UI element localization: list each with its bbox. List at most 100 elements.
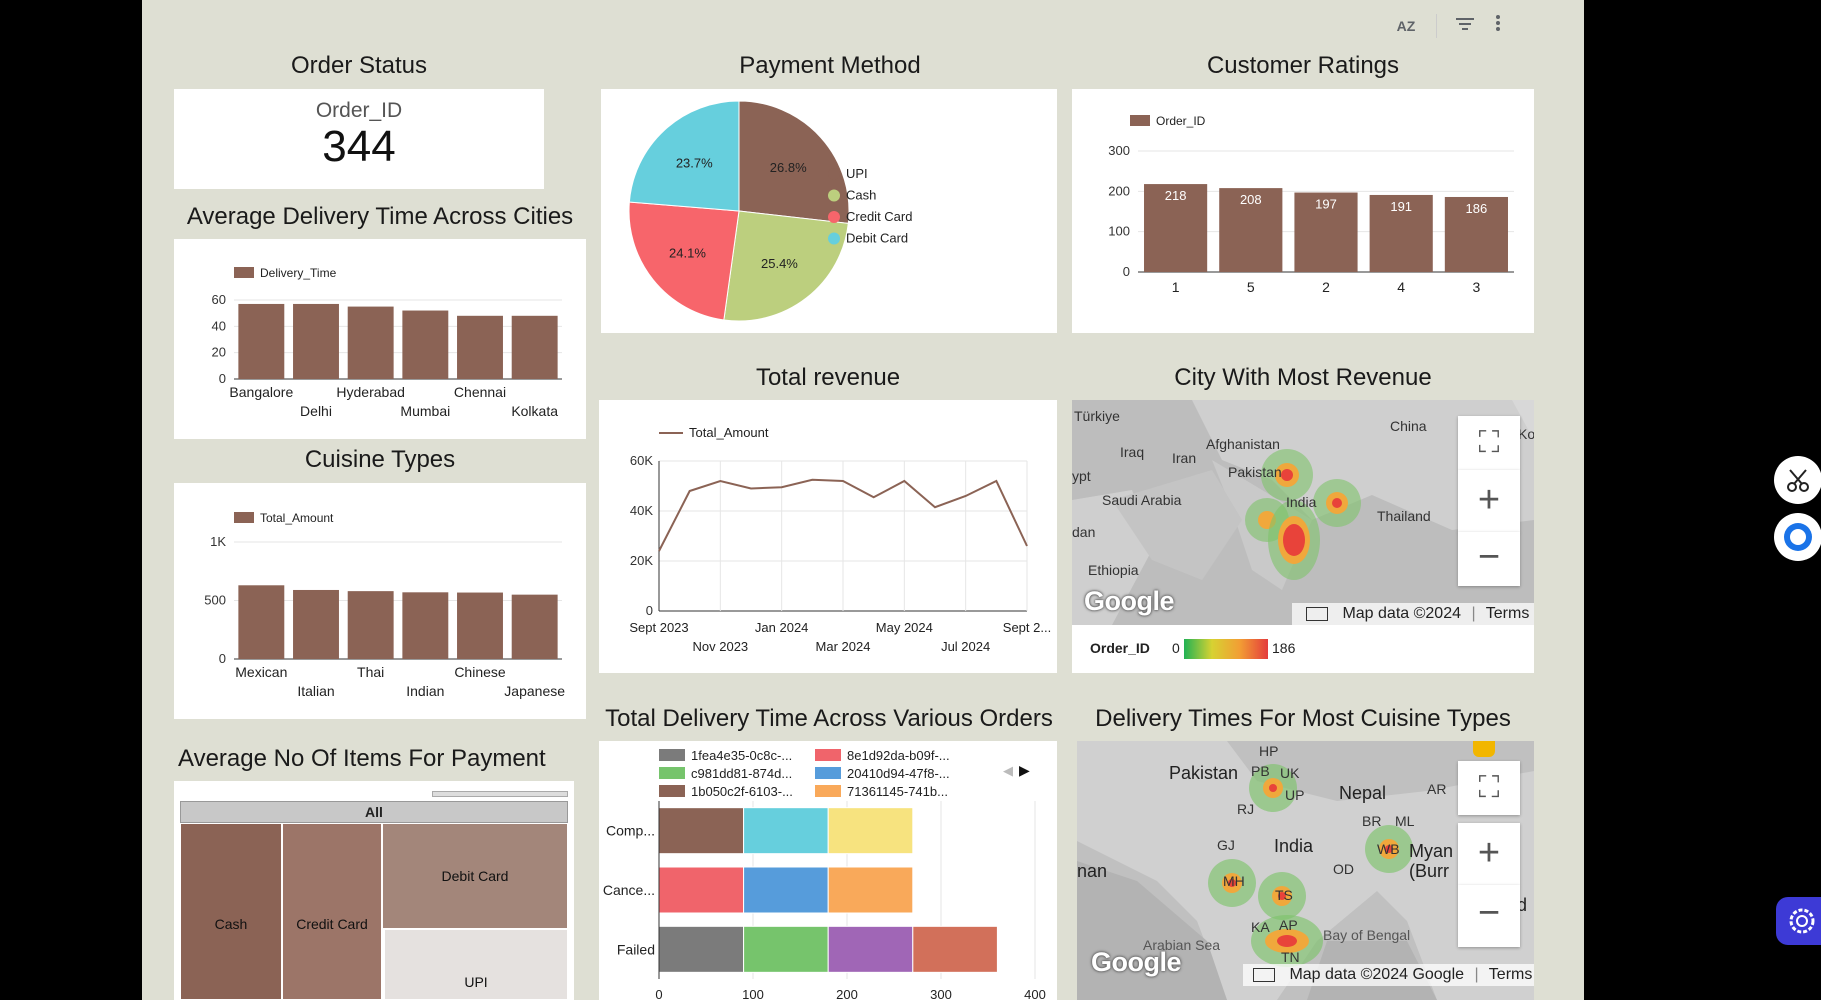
x-tick-label: 100 <box>742 987 764 1000</box>
x-tick-label: Jul 2024 <box>941 639 990 654</box>
bar-segment <box>827 925 914 973</box>
y-tick-label: 200 <box>1108 183 1130 198</box>
legend-label: Debit Card <box>846 231 908 246</box>
legend-swatch <box>815 767 841 779</box>
bar <box>347 591 394 659</box>
extension-button[interactable] <box>1776 897 1821 945</box>
bar <box>402 310 449 379</box>
legend-swatch <box>659 785 685 797</box>
keyboard-icon[interactable] <box>1306 606 1328 621</box>
fullscreen-button[interactable]: ⛶ <box>1458 416 1520 470</box>
map-label: BR <box>1362 813 1382 829</box>
bar-segment <box>658 807 745 855</box>
map-label: AP <box>1279 917 1298 933</box>
treemap-tile-cash[interactable]: Cash <box>180 823 282 1000</box>
cuisine-types-chart[interactable]: Total_Amount 1K 500 0 Mexican Italian Thai Indi… <box>174 483 586 719</box>
legend-label: Cash <box>846 188 876 203</box>
more-vert-icon[interactable] <box>1486 14 1510 38</box>
city-revenue-map[interactable]: Türkiye Iraq Iran Afghanistan Pakistan S… <box>1072 400 1534 625</box>
sort-az-icon[interactable]: AZ <box>1394 14 1418 38</box>
legend-swatch <box>828 168 840 180</box>
treemap-root-header[interactable]: All <box>180 801 568 823</box>
legend-label: c981dd81-874d... <box>691 766 792 781</box>
y-tick-label: 300 <box>1108 143 1130 158</box>
x-tick-label: Sept 2... <box>1003 620 1051 635</box>
customer-ratings-chart[interactable]: Order_ID 300 200 100 0 1 218 5 208 2 197 4 191 3 186 <box>1072 89 1534 333</box>
x-tick-label: 3 <box>1473 279 1481 295</box>
cuisine-types-title: Cuisine Types <box>304 446 456 473</box>
payment-method-title: Payment Method <box>739 52 921 79</box>
cuisine-delivery-title: Delivery Times For Most Cuisine Types <box>1095 705 1511 732</box>
data-label: 197 <box>1315 197 1337 212</box>
y-tick-label: 20 <box>212 345 226 360</box>
order-status-scorecard[interactable]: Order_ID 344 <box>174 89 544 189</box>
map-label: India <box>1274 836 1314 856</box>
zoom-in-button[interactable]: + <box>1458 823 1520 885</box>
cuisine-delivery-map[interactable]: HP Pakistan PB UK UP Nepal AR RJ BR ML I… <box>1077 741 1534 1000</box>
y-tick-label: 1K <box>210 534 226 549</box>
map-label: Pakistan <box>1169 763 1239 783</box>
keyboard-icon[interactable] <box>1253 967 1275 982</box>
bar <box>457 315 503 379</box>
total-delivery-chart[interactable]: 1fea4e35-0c8c-... 8e1d92da-b09f-... c981dd… <box>599 741 1057 1000</box>
legend-swatch <box>815 749 841 761</box>
legend-prev-icon: ◀ <box>1003 763 1013 778</box>
treemap-scroll-handle[interactable] <box>432 791 568 797</box>
treemap-tile-debit-card[interactable]: Debit Card <box>382 823 568 929</box>
scissors-button[interactable] <box>1774 456 1821 504</box>
terms-link[interactable]: Terms <box>1486 605 1530 622</box>
gear-icon <box>1789 908 1815 934</box>
x-tick-label: Bangalore <box>229 384 293 400</box>
legend-swatch <box>1130 115 1150 126</box>
bar <box>293 589 339 659</box>
avg-items-treemap[interactable]: All Cash Credit Card Debit Card UPI <box>174 781 574 1000</box>
x-tick-label: 4 <box>1397 279 1405 295</box>
x-tick-label: Italian <box>297 683 334 699</box>
x-tick-label: Mexican <box>235 664 287 680</box>
scissors-icon <box>1787 469 1809 492</box>
map-label: dan <box>1072 524 1096 540</box>
map-label: nan <box>1077 861 1108 881</box>
y-tick-label: 40K <box>630 503 653 518</box>
map-label: Thailand <box>1377 508 1431 524</box>
x-tick-label: Nov 2023 <box>693 639 749 654</box>
bar-segment <box>743 866 829 914</box>
legend-label: UPI <box>846 166 868 181</box>
scorecard-label: Order_ID <box>315 99 403 122</box>
x-tick-label: Thai <box>357 664 384 680</box>
total-revenue-chart[interactable]: Total_Amount 60K 40K 20K 0 Sept 2023 Jan 2024 M… <box>599 400 1057 673</box>
legend-label: 20410d94-47f8-... <box>847 766 950 781</box>
map-label: India <box>1286 494 1317 510</box>
x-tick-label: 2 <box>1322 279 1330 295</box>
legend-label: Order_ID <box>1156 114 1206 128</box>
map-label: Ethiopia <box>1088 562 1139 578</box>
legend-swatch <box>659 767 685 779</box>
payment-method-chart[interactable]: 26.8% 25.4% 24.1% 23.7% UPI Cash Credit Card De… <box>601 89 1057 333</box>
filter-icon[interactable] <box>1453 14 1477 38</box>
zoom-out-button[interactable]: − <box>1458 532 1520 586</box>
total-delivery-svg: 1fea4e35-0c8c-... 8e1d92da-b09f-... c981dd… <box>603 748 1046 1000</box>
chat-button[interactable] <box>1774 513 1821 561</box>
map-label: UK <box>1280 765 1300 781</box>
city-revenue-title: City With Most Revenue <box>1174 364 1432 391</box>
data-label: 208 <box>1240 192 1262 207</box>
map-label: Iran <box>1172 450 1197 466</box>
legend-label: Order_ID <box>1090 640 1150 656</box>
fullscreen-button[interactable]: ⛶ <box>1458 761 1520 815</box>
treemap-tile-credit-card[interactable]: Credit Card <box>282 823 382 1000</box>
x-tick-label: Mumbai <box>400 403 450 419</box>
x-tick-label: Mar 2024 <box>816 639 871 654</box>
map-label: Türkiye <box>1074 408 1120 424</box>
x-tick-label: Chinese <box>454 664 506 680</box>
pegman-icon[interactable] <box>1473 741 1495 757</box>
legend-min: 0 <box>1172 640 1180 656</box>
legend-swatch <box>234 512 254 523</box>
pie-slice <box>628 201 740 321</box>
treemap-tile-upi[interactable]: UPI <box>384 929 568 1000</box>
bar-segment <box>658 925 745 973</box>
zoom-out-button[interactable]: − <box>1458 885 1520 947</box>
terms-link[interactable]: Terms <box>1489 966 1533 983</box>
avg-delivery-chart[interactable]: Delivery_Time 60 40 20 0 Bangalore Delhi Hydera… <box>174 239 586 439</box>
x-tick-label: Japanese <box>504 683 565 699</box>
zoom-in-button[interactable]: + <box>1458 470 1520 532</box>
